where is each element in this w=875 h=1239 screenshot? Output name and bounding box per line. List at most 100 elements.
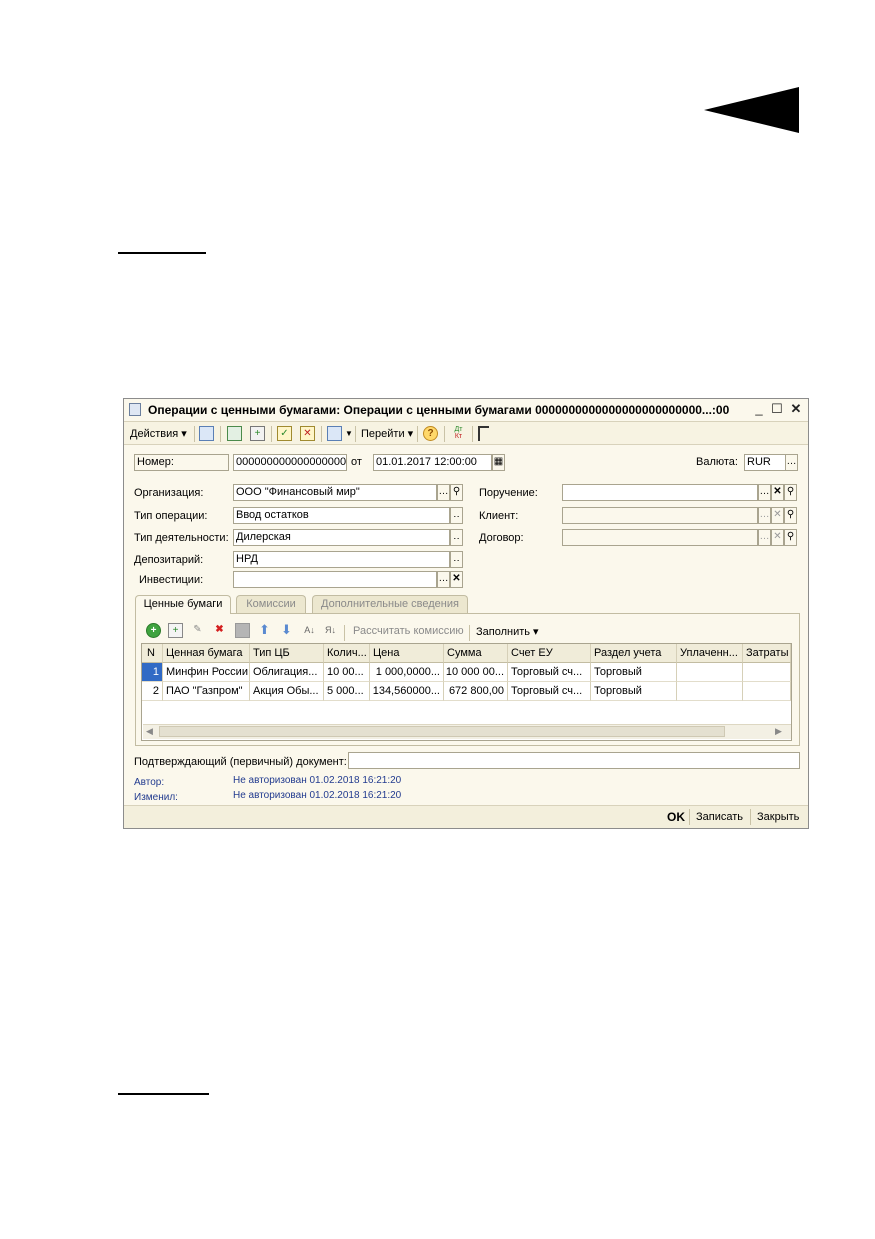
depository-label: Депозитарий: — [134, 554, 204, 566]
date-field[interactable]: 01.01.2017 12:00:00 — [373, 454, 492, 471]
table-cell[interactable]: 10 000 00... — [444, 663, 508, 682]
delete-row-icon[interactable]: ✖ — [212, 623, 227, 638]
organization-field[interactable]: ООО "Финансовый мир" — [233, 484, 437, 501]
table-cell[interactable]: Облигация... — [250, 663, 324, 682]
client-field[interactable] — [562, 507, 758, 524]
debit-credit-icon[interactable]: Дт Кт — [451, 426, 466, 441]
edit-row-icon[interactable]: ✎ — [190, 623, 205, 638]
securities-table[interactable]: N Ценная бумага Тип ЦБ Колич... Цена Сум… — [141, 643, 792, 741]
currency-select-button[interactable]: … — [785, 454, 798, 471]
search-icon[interactable]: ⚲ — [784, 507, 797, 524]
unpost-icon[interactable]: ✕ — [300, 426, 315, 441]
search-icon[interactable]: ⚲ — [784, 484, 797, 501]
table-cell[interactable]: 672 800,00 — [444, 682, 508, 701]
minimize-button[interactable]: _ — [751, 401, 767, 417]
table-cell[interactable]: 5 000... — [324, 682, 370, 701]
confirm-document-field[interactable] — [348, 752, 800, 769]
table-cell[interactable]: 1 000,0000... — [370, 663, 444, 682]
column-header-n[interactable]: N — [142, 644, 163, 663]
table-cell[interactable]: 10 00... — [324, 663, 370, 682]
clear-icon[interactable]: ✕ — [771, 507, 784, 524]
depository-field[interactable]: НРД — [233, 551, 450, 568]
column-header-costs[interactable]: Затраты — [743, 644, 791, 663]
tab-commissions[interactable]: Комиссии — [236, 595, 306, 613]
maximize-button[interactable]: ☐ — [769, 401, 785, 417]
contract-field[interactable] — [562, 529, 758, 546]
create-based-on-icon[interactable] — [327, 426, 342, 441]
investments-field[interactable] — [233, 571, 437, 588]
close-button[interactable]: Закрыть — [757, 811, 799, 823]
structure-icon[interactable] — [478, 426, 489, 441]
clear-icon[interactable]: ✕ — [771, 484, 784, 501]
column-header-price[interactable]: Цена — [370, 644, 444, 663]
column-header-paid[interactable]: Уплаченн... — [677, 644, 743, 663]
table-cell[interactable]: Торговый сч... — [508, 682, 591, 701]
post-icon[interactable]: ✓ — [277, 426, 292, 441]
table-cell[interactable]: Торговый — [591, 682, 677, 701]
activity-type-select-button[interactable]: ‥ — [450, 529, 463, 546]
calc-commission-button[interactable]: Рассчитать комиссию — [353, 625, 464, 637]
scroll-right-icon[interactable]: ▶ — [775, 726, 782, 737]
bottom-bar: OK Записать Закрыть — [124, 805, 808, 828]
table-cell[interactable] — [743, 663, 791, 682]
end-edit-icon[interactable] — [235, 623, 250, 638]
horizontal-scrollbar[interactable]: ◀ ▶ — [143, 724, 791, 739]
table-cell[interactable]: 134,560000... — [370, 682, 444, 701]
table-row-number[interactable]: 2 — [142, 682, 163, 701]
order-field[interactable] — [562, 484, 758, 501]
table-cell[interactable]: Торговый — [591, 663, 677, 682]
table-cell[interactable] — [677, 663, 743, 682]
rule-line — [118, 252, 206, 254]
refresh-icon[interactable] — [227, 426, 242, 441]
currency-field[interactable]: RUR — [744, 454, 786, 471]
scrollbar-thumb[interactable] — [159, 726, 725, 737]
activity-type-field[interactable]: Дилерская — [233, 529, 450, 546]
actions-menu[interactable]: Действия ▾ — [130, 427, 187, 440]
sort-desc-icon[interactable]: Я↓ — [323, 623, 338, 638]
chevron-down-icon[interactable]: ▼ — [345, 429, 353, 438]
search-icon[interactable]: ⚲ — [784, 529, 797, 546]
table-cell[interactable]: Торговый сч... — [508, 663, 591, 682]
investments-select-button[interactable]: … — [437, 571, 450, 588]
scroll-left-icon[interactable]: ◀ — [146, 726, 153, 737]
sort-asc-icon[interactable]: А↓ — [302, 623, 317, 638]
add-row-icon[interactable]: + — [146, 623, 161, 638]
column-header-security-type[interactable]: Тип ЦБ — [250, 644, 324, 663]
column-header-account[interactable]: Счет ЕУ — [508, 644, 591, 663]
tab-additional-info[interactable]: Дополнительные сведения — [312, 595, 468, 613]
table-row-number[interactable]: 1 — [142, 663, 163, 682]
client-select-button[interactable]: … — [758, 507, 771, 524]
clear-icon[interactable]: ✕ — [450, 571, 463, 588]
close-window-button[interactable]: ✕ — [788, 401, 804, 417]
number-field[interactable]: 0000000000000000000000 — [233, 454, 347, 471]
ok-button[interactable]: OK — [667, 810, 685, 824]
table-cell[interactable] — [743, 682, 791, 701]
goto-menu[interactable]: Перейти ▾ — [361, 427, 413, 440]
order-select-button[interactable]: … — [758, 484, 771, 501]
move-up-icon[interactable]: ⬆ — [257, 623, 272, 638]
column-header-security[interactable]: Ценная бумага — [163, 644, 250, 663]
tab-securities[interactable]: Ценные бумаги — [135, 595, 231, 614]
table-cell[interactable] — [677, 682, 743, 701]
column-header-section[interactable]: Раздел учета — [591, 644, 677, 663]
help-icon[interactable]: ? — [423, 426, 438, 441]
calendar-icon[interactable]: ▦ — [492, 454, 505, 471]
contract-select-button[interactable]: … — [758, 529, 771, 546]
table-cell[interactable]: Минфин России — [163, 663, 250, 682]
post-and-close-icon[interactable] — [199, 426, 214, 441]
fill-menu[interactable]: Заполнить ▾ — [476, 625, 539, 638]
column-header-amount[interactable]: Сумма — [444, 644, 508, 663]
table-cell[interactable]: ПАО "Газпром" — [163, 682, 250, 701]
search-icon[interactable]: ⚲ — [450, 484, 463, 501]
column-header-quantity[interactable]: Колич... — [324, 644, 370, 663]
clear-icon[interactable]: ✕ — [771, 529, 784, 546]
table-cell[interactable]: Акция Обы... — [250, 682, 324, 701]
copy-row-icon[interactable]: + — [168, 623, 183, 638]
copy-icon[interactable]: + — [250, 426, 265, 441]
save-button[interactable]: Записать — [696, 811, 743, 823]
operation-type-field[interactable]: Ввод остатков — [233, 507, 450, 524]
organization-select-button[interactable]: … — [437, 484, 450, 501]
operation-type-select-button[interactable]: ‥ — [450, 507, 463, 524]
depository-select-button[interactable]: ‥ — [450, 551, 463, 568]
move-down-icon[interactable]: ⬇ — [279, 623, 294, 638]
